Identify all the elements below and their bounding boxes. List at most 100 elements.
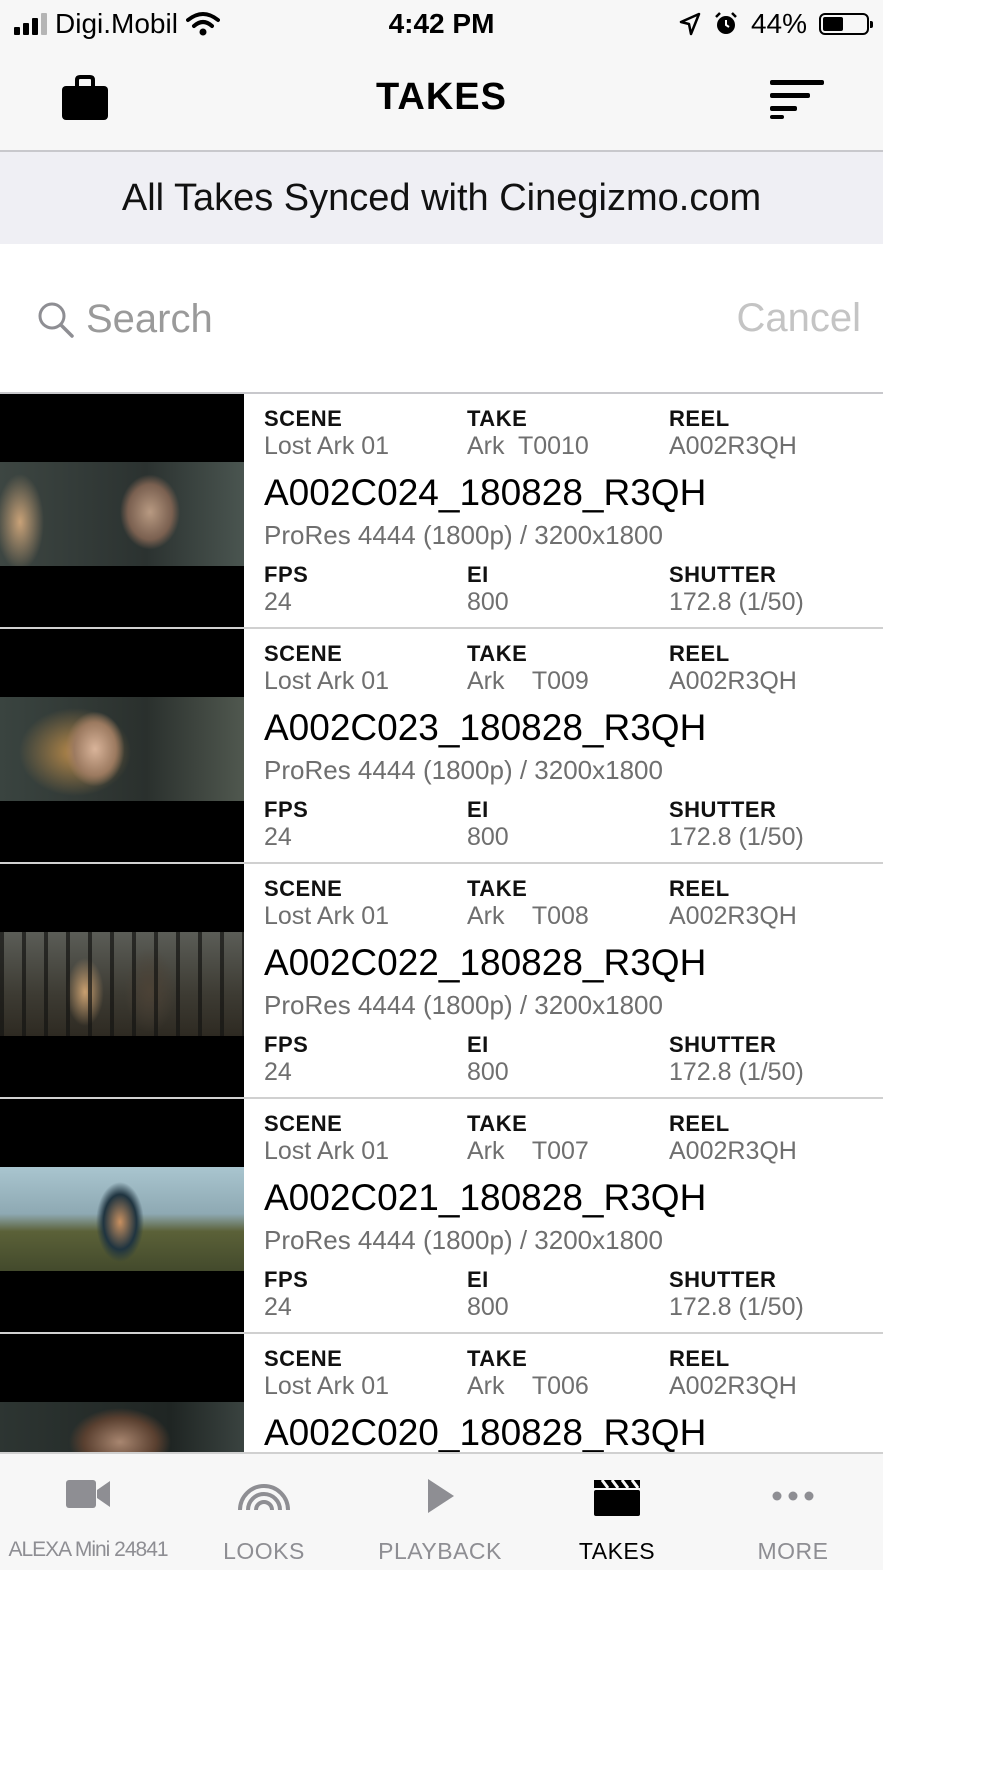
codec-resolution: ProRes 4444 (1800p) / 3200x1800 xyxy=(264,1225,663,1255)
tab-label: TAKES xyxy=(578,1538,656,1564)
ei-value: 800 xyxy=(467,588,509,616)
fps-value: 24 xyxy=(264,823,292,851)
take-info: SCENE Lost Ark 01 TAKE Ark T006 REEL A002R3QH… xyxy=(264,1334,874,1452)
shutter-label: SHUTTER xyxy=(669,1032,777,1057)
take-thumbnail xyxy=(0,864,244,1097)
scene-value: Lost Ark 01 xyxy=(264,1372,390,1400)
fps-label: FPS xyxy=(264,562,309,587)
scene-value: Lost Ark 01 xyxy=(264,667,390,695)
scene-label: SCENE xyxy=(264,1111,343,1136)
thumbnail-image xyxy=(0,462,244,566)
reel-value: A002R3QH xyxy=(669,667,797,695)
scene-label: SCENE xyxy=(264,1346,343,1371)
scene-label: SCENE xyxy=(264,406,343,431)
rainbow-icon xyxy=(238,1484,290,1511)
clip-name: A002C021_180828_R3QH xyxy=(264,1177,707,1218)
reel-label: REEL xyxy=(669,1111,730,1136)
codec-resolution: ProRes 4444 (1800p) / 3200x1800 xyxy=(264,520,663,550)
tab-label: PLAYBACK xyxy=(378,1538,502,1564)
take-row[interactable]: SCENE Lost Ark 01 TAKE Ark T006 REEL A002R3QH… xyxy=(0,1334,883,1452)
take-row[interactable]: SCENE Lost Ark 01 TAKE Ark T008 REEL A002R3QH… xyxy=(0,864,883,1099)
tab-bar: ALEXA Mini 24841 LOOKS PLAYBACK TAKES MO… xyxy=(0,1452,883,1572)
reel-label: REEL xyxy=(669,1346,730,1371)
fps-label: FPS xyxy=(264,1267,309,1292)
thumbnail-image xyxy=(0,1402,244,1452)
fps-value: 24 xyxy=(264,1293,292,1321)
take-label: TAKE xyxy=(467,1111,528,1136)
video-camera-icon xyxy=(66,1480,110,1508)
navigation-bar: TAKES xyxy=(0,50,883,152)
shutter-value: 172.8 (1/50) xyxy=(669,1058,804,1086)
tab-label: MORE xyxy=(757,1538,829,1564)
page-margin xyxy=(883,0,1000,1778)
thumbnail-image xyxy=(0,932,244,1036)
battery-percent: 44% xyxy=(750,8,807,39)
take-info: SCENE Lost Ark 01 TAKE Ark T008 REEL A002R3QH… xyxy=(264,864,874,1097)
cancel-button[interactable]: Cancel xyxy=(736,296,861,341)
take-label: TAKE xyxy=(467,406,528,431)
take-row[interactable]: SCENE Lost Ark 01 TAKE Ark T007 REEL A002R3QH… xyxy=(0,1099,883,1334)
take-label: TAKE xyxy=(467,641,528,666)
status-bar: Digi.Mobil 4:42 PM 44% xyxy=(0,0,883,50)
fps-value: 24 xyxy=(264,1058,292,1086)
take-label: TAKE xyxy=(467,876,528,901)
alarm-icon xyxy=(715,12,737,34)
take-thumbnail xyxy=(0,1334,244,1452)
fps-label: FPS xyxy=(264,797,309,822)
tab-camera[interactable]: ALEXA Mini 24841 xyxy=(0,1454,176,1572)
sort-icon[interactable] xyxy=(768,78,826,120)
take-value: Ark T008 xyxy=(467,902,589,930)
thumbnail-image xyxy=(0,697,244,801)
search-icon xyxy=(38,302,74,338)
take-thumbnail xyxy=(0,629,244,862)
play-icon xyxy=(428,1479,454,1513)
take-value: Ark T009 xyxy=(467,667,589,695)
home-indicator-area xyxy=(0,1570,883,1778)
scene-value: Lost Ark 01 xyxy=(264,432,390,460)
clapperboard-icon xyxy=(594,1479,640,1516)
ei-label: EI xyxy=(467,1267,489,1292)
shutter-value: 172.8 (1/50) xyxy=(669,1293,804,1321)
page-title: TAKES xyxy=(376,76,507,118)
take-row[interactable]: SCENE Lost Ark 01 TAKE Ark T009 REEL A002R3QH… xyxy=(0,629,883,864)
take-value: Ark T006 xyxy=(467,1372,589,1400)
ei-value: 800 xyxy=(467,1058,509,1086)
reel-value: A002R3QH xyxy=(669,432,797,460)
scene-value: Lost Ark 01 xyxy=(264,902,390,930)
clip-name: A002C022_180828_R3QH xyxy=(264,942,707,983)
take-value: Ark T0010 xyxy=(467,432,589,460)
fps-value: 24 xyxy=(264,588,292,616)
status-right: 44% xyxy=(679,8,873,40)
shutter-value: 172.8 (1/50) xyxy=(669,588,804,616)
take-row[interactable]: SCENE Lost Ark 01 TAKE Ark T0010 REEL A002R3Q… xyxy=(0,394,883,629)
shutter-label: SHUTTER xyxy=(669,797,777,822)
app-screen: Digi.Mobil 4:42 PM 44% TAKES All Takes S… xyxy=(0,0,883,1778)
tab-takes[interactable]: TAKES xyxy=(529,1454,705,1572)
take-value: Ark T007 xyxy=(467,1137,589,1165)
take-thumbnail xyxy=(0,1099,244,1332)
search-bar: Cancel xyxy=(0,244,883,394)
ei-value: 800 xyxy=(467,823,509,851)
tab-more[interactable]: MORE xyxy=(705,1454,881,1572)
ei-label: EI xyxy=(467,562,489,587)
more-icon xyxy=(772,1491,814,1501)
takes-list[interactable]: SCENE Lost Ark 01 TAKE Ark T0010 REEL A002R3Q… xyxy=(0,394,883,1452)
scene-label: SCENE xyxy=(264,876,343,901)
fps-label: FPS xyxy=(264,1032,309,1057)
thumbnail-image xyxy=(0,1167,244,1271)
search-input[interactable] xyxy=(86,286,686,352)
tab-looks[interactable]: LOOKS xyxy=(176,1454,352,1572)
scene-value: Lost Ark 01 xyxy=(264,1137,390,1165)
tab-playback[interactable]: PLAYBACK xyxy=(352,1454,528,1572)
take-info: SCENE Lost Ark 01 TAKE Ark T007 REEL A002R3QH… xyxy=(264,1099,874,1332)
take-label: TAKE xyxy=(467,1346,528,1371)
location-arrow-icon xyxy=(679,12,701,36)
shutter-label: SHUTTER xyxy=(669,562,777,587)
reel-value: A002R3QH xyxy=(669,1372,797,1400)
reel-value: A002R3QH xyxy=(669,902,797,930)
clip-name: A002C023_180828_R3QH xyxy=(264,707,707,748)
reel-label: REEL xyxy=(669,876,730,901)
take-info: SCENE Lost Ark 01 TAKE Ark T0010 REEL A002R3Q… xyxy=(264,394,874,627)
shutter-value: 172.8 (1/50) xyxy=(669,823,804,851)
ei-label: EI xyxy=(467,1032,489,1057)
